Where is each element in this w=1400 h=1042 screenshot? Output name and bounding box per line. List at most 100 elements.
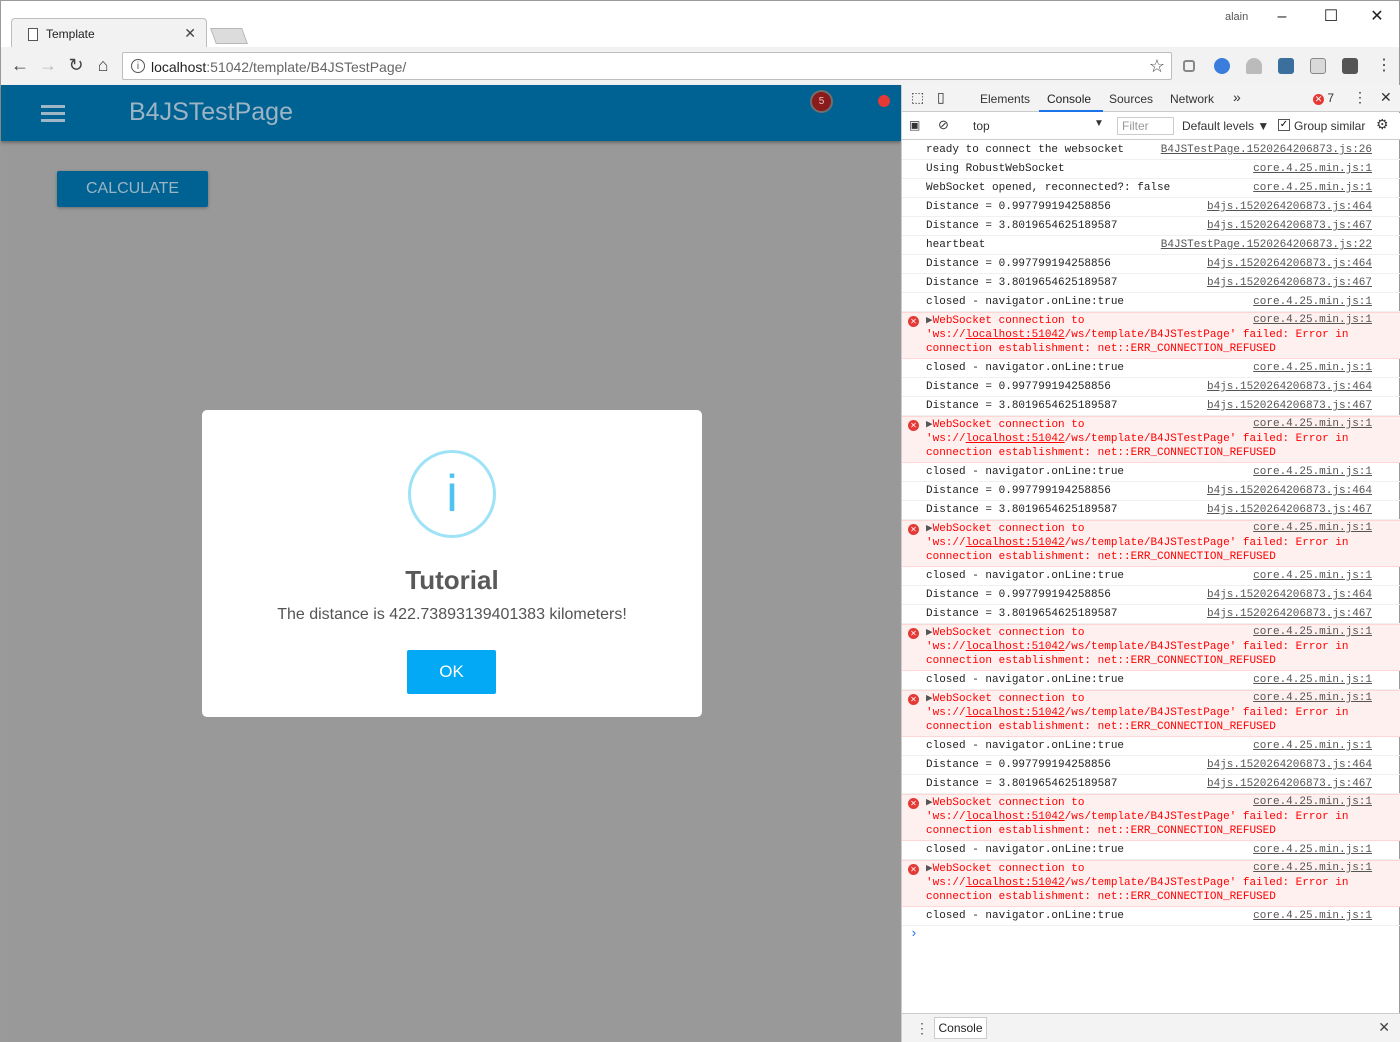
extension-edit-icon[interactable] [1342, 58, 1358, 74]
log-source-link[interactable]: B4JSTestPage.1520264206873.js:22 [1161, 239, 1372, 251]
drawer-menu-icon[interactable]: ⋮ [915, 1020, 929, 1037]
extension-window-icon[interactable] [1310, 58, 1326, 74]
error-host-link[interactable]: localhost:51042 [966, 537, 1065, 549]
calculate-button[interactable]: CALCULATE [57, 171, 208, 207]
group-similar-checkbox[interactable]: ✓ [1278, 119, 1290, 131]
log-source-link[interactable]: b4js.1520264206873.js:467 [1207, 220, 1372, 232]
home-icon[interactable]: ⌂ [92, 55, 114, 76]
more-tabs-icon[interactable]: » [1233, 89, 1241, 105]
active-tab-indicator [1039, 110, 1103, 112]
bookmark-star-icon[interactable]: ☆ [1149, 56, 1165, 77]
log-message: closed - navigator.onLine:true [926, 570, 1125, 582]
error-line-1: WebSocket connection to [932, 315, 1085, 327]
tab-elements[interactable]: Elements [980, 92, 1030, 106]
drawer-tab-console[interactable]: Console [934, 1017, 987, 1039]
error-line-3: connection establishment: net::ERR_CONNE… [926, 825, 1276, 837]
log-source-link[interactable]: core.4.25.min.js:1 [1253, 910, 1372, 922]
error-icon: ✕ [908, 316, 919, 327]
error-host-link[interactable]: localhost:51042 [966, 433, 1065, 445]
address-bar[interactable]: i localhost:51042/template/B4JSTestPage/… [122, 52, 1172, 80]
log-source-link[interactable]: core.4.25.min.js:1 [1249, 314, 1372, 326]
error-count-badge[interactable]: ✕ 7 [1313, 91, 1334, 105]
log-levels-dropdown[interactable]: Default levels ▼ [1182, 119, 1269, 133]
forward-icon[interactable]: → [37, 55, 59, 76]
log-source-link[interactable]: core.4.25.min.js:1 [1249, 692, 1372, 704]
devtools-menu-icon[interactable]: ⋮ [1353, 89, 1367, 106]
log-source-link[interactable]: b4js.1520264206873.js:464 [1207, 201, 1372, 213]
back-icon[interactable]: ← [9, 55, 31, 76]
log-source-link[interactable]: core.4.25.min.js:1 [1253, 844, 1372, 856]
log-source-link[interactable]: core.4.25.min.js:1 [1253, 362, 1372, 374]
log-source-link[interactable]: b4js.1520264206873.js:464 [1207, 759, 1372, 771]
log-source-link[interactable]: b4js.1520264206873.js:464 [1207, 258, 1372, 270]
tab-network[interactable]: Network [1170, 92, 1214, 106]
device-toolbar-icon[interactable]: ▯ [937, 89, 945, 106]
log-source-link[interactable]: core.4.25.min.js:1 [1253, 163, 1372, 175]
tab-close-icon[interactable]: ✕ [184, 25, 196, 42]
error-host-link[interactable]: localhost:51042 [966, 329, 1065, 341]
log-source-link[interactable]: core.4.25.min.js:1 [1249, 626, 1372, 638]
expand-triangle-icon[interactable]: ▶ [926, 863, 933, 875]
extension-monitor-icon[interactable] [1278, 58, 1294, 74]
browser-menu-icon[interactable]: ⋮ [1373, 55, 1395, 75]
log-source-link[interactable]: core.4.25.min.js:1 [1253, 466, 1372, 478]
url-text[interactable]: localhost:51042/template/B4JSTestPage/ [151, 59, 406, 75]
console-settings-gear-icon[interactable]: ⚙ [1376, 116, 1389, 133]
devtools-close-icon[interactable]: ✕ [1380, 89, 1392, 106]
log-source-link[interactable]: b4js.1520264206873.js:464 [1207, 589, 1372, 601]
log-source-link[interactable]: b4js.1520264206873.js:467 [1207, 608, 1372, 620]
cast-icon[interactable] [1183, 60, 1195, 72]
log-source-link[interactable]: b4js.1520264206873.js:464 [1207, 485, 1372, 497]
extension-drive-icon[interactable] [1246, 58, 1262, 74]
site-info-icon[interactable]: i [131, 59, 145, 73]
console-prompt[interactable]: › [902, 926, 1400, 946]
show-drawer-icon[interactable]: ▣ [909, 118, 920, 132]
log-source-link[interactable]: core.4.25.min.js:1 [1249, 522, 1372, 534]
log-message: ready to connect the websocket [926, 144, 1125, 156]
expand-triangle-icon[interactable]: ▶ [926, 315, 933, 327]
log-source-link[interactable]: core.4.25.min.js:1 [1249, 862, 1372, 874]
log-source-link[interactable]: b4js.1520264206873.js:467 [1207, 400, 1372, 412]
expand-triangle-icon[interactable]: ▶ [926, 523, 933, 535]
log-source-link[interactable]: core.4.25.min.js:1 [1249, 796, 1372, 808]
new-tab-button[interactable] [210, 28, 248, 44]
maximize-icon[interactable]: ☐ [1316, 5, 1346, 29]
log-source-link[interactable]: core.4.25.min.js:1 [1249, 418, 1372, 430]
log-source-link[interactable]: B4JSTestPage.1520264206873.js:26 [1161, 144, 1372, 156]
minimize-icon[interactable]: – [1267, 5, 1297, 29]
error-host-link[interactable]: localhost:51042 [966, 707, 1065, 719]
log-source-link[interactable]: b4js.1520264206873.js:467 [1207, 778, 1372, 790]
log-source-link[interactable]: core.4.25.min.js:1 [1253, 182, 1372, 194]
log-source-link[interactable]: b4js.1520264206873.js:467 [1207, 504, 1372, 516]
chevron-down-icon[interactable]: ▼ [1094, 118, 1104, 129]
expand-triangle-icon[interactable]: ▶ [926, 627, 933, 639]
error-host-link[interactable]: localhost:51042 [966, 811, 1065, 823]
inspect-element-icon[interactable]: ⬚ [911, 89, 924, 106]
expand-triangle-icon[interactable]: ▶ [926, 693, 933, 705]
notification-badge[interactable]: 5 [810, 90, 833, 113]
expand-triangle-icon[interactable]: ▶ [926, 419, 933, 431]
reload-icon[interactable]: ↻ [65, 55, 87, 76]
log-source-link[interactable]: b4js.1520264206873.js:464 [1207, 381, 1372, 393]
log-source-link[interactable]: core.4.25.min.js:1 [1253, 570, 1372, 582]
filter-input[interactable]: Filter [1117, 117, 1174, 135]
extension-globe-icon[interactable] [1214, 58, 1230, 74]
browser-tab[interactable]: Template ✕ [11, 18, 207, 48]
log-source-link[interactable]: core.4.25.min.js:1 [1253, 296, 1372, 308]
error-line-2c: /ws/template/B4JSTestPage' failed: Error… [1064, 811, 1349, 823]
expand-triangle-icon[interactable]: ▶ [926, 797, 933, 809]
hamburger-menu-icon[interactable] [41, 105, 67, 123]
close-window-icon[interactable]: ✕ [1362, 5, 1392, 29]
log-source-link[interactable]: b4js.1520264206873.js:467 [1207, 277, 1372, 289]
tab-sources[interactable]: Sources [1109, 92, 1153, 106]
drawer-close-icon[interactable]: ✕ [1378, 1019, 1390, 1036]
console-log-row: ready to connect the websocket B4JSTestPa… [902, 141, 1400, 160]
log-source-link[interactable]: core.4.25.min.js:1 [1253, 674, 1372, 686]
log-source-link[interactable]: core.4.25.min.js:1 [1253, 740, 1372, 752]
ok-button[interactable]: OK [407, 650, 496, 694]
error-host-link[interactable]: localhost:51042 [966, 641, 1065, 653]
tab-console[interactable]: Console [1047, 92, 1091, 106]
context-select[interactable]: top [973, 119, 990, 133]
error-host-link[interactable]: localhost:51042 [966, 877, 1065, 889]
clear-console-icon[interactable]: ⊘ [938, 117, 949, 133]
